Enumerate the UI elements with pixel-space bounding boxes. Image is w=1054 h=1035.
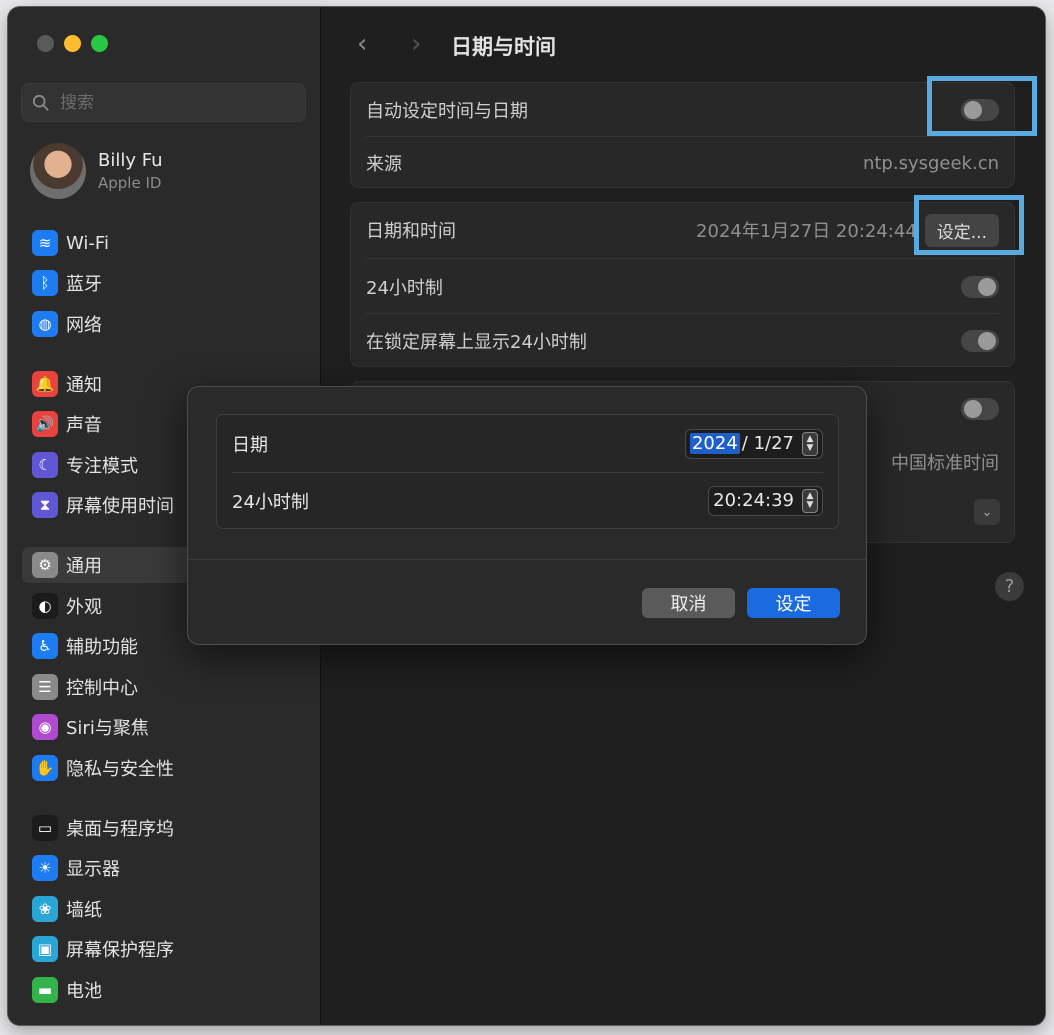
sidebar-item-label: 墙纸 [66,900,102,921]
sidebar-item-12[interactable]: ✋ 隐私与安全性 [22,750,307,786]
sidebar-item-label: 专注模式 [66,456,138,477]
time-label: 24小时制 [232,491,309,513]
date-label: 日期 [232,434,268,456]
date-stepper[interactable]: ▲ ▼ [802,431,818,456]
sidebar-item-14[interactable]: ☀ 显示器 [22,850,307,886]
page-title: 日期与时间 [451,35,556,59]
datetime-value: 2024年1月27日 20:24:44 [696,221,917,242]
back-button[interactable]: ‹ [357,29,367,59]
appearance-icon: ◐ [32,593,58,619]
dialog-fields: 日期 2024 / 1/27 ▲ ▼ 24小时制 20:24:39 ▲ ▼ [216,414,839,529]
sidebar-item-15[interactable]: ❀ 墙纸 [22,891,307,927]
date-year-segment[interactable]: 2024 [689,433,740,454]
gear-icon: ⚙ [32,552,58,578]
lockscreen-h24-row: 在锁定屏幕上显示24小时制 [351,314,1014,368]
h24-row: 24小时制 [351,260,1014,314]
sidebar-item-label: 辅助功能 [66,637,138,658]
sidebar-item-label: 电池 [66,981,102,1002]
sidebar-item-1[interactable]: ᛒ 蓝牙 [22,265,307,301]
sidebar-item-label: 控制中心 [66,678,138,699]
source-value: ntp.sysgeek.cn [862,152,999,174]
time-field[interactable]: 20:24:39 ▲ ▼ [708,485,823,516]
cancel-button[interactable]: 取消 [642,588,735,618]
auto-time-group: 自动设定时间与日期 来源 ntp.sysgeek.cn [350,82,1015,188]
auto-time-row: 自动设定时间与日期 [351,83,1014,137]
sidebar-item-label: 通用 [66,556,102,577]
globe-icon: ◍ [32,311,58,337]
chevron-down-icon[interactable]: ▼ [807,443,814,453]
switches-icon: ☰ [32,674,58,700]
search-input[interactable] [58,91,282,114]
apple-id-profile[interactable]: Billy Fu Apple ID [30,143,163,199]
time-row: 24小时制 20:24:39 ▲ ▼ [217,472,838,529]
chevron-down-icon[interactable]: ⌄ [974,499,1000,525]
auto-time-label: 自动设定时间与日期 [366,101,528,122]
datetime-label: 日期和时间 [366,221,456,242]
set-button[interactable]: 设定 [747,588,840,618]
sidebar-item-label: Wi-Fi [66,232,109,254]
flower-icon: ❀ [32,896,58,922]
set-datetime-dialog: 日期 2024 / 1/27 ▲ ▼ 24小时制 20:24:39 ▲ ▼ 取消… [187,386,867,645]
zoom-button[interactable] [91,35,108,52]
sidebar-item-label: 蓝牙 [66,274,102,295]
sidebar-item-label: 外观 [66,597,102,618]
sidebar-item-10[interactable]: ☰ 控制中心 [22,669,307,705]
help-button[interactable]: ? [995,572,1024,601]
sun-icon: ☀ [32,855,58,881]
lockscreen-h24-label: 在锁定屏幕上显示24小时制 [366,332,587,353]
sidebar-item-label: Siri与聚焦 [66,718,149,739]
sidebar-item-16[interactable]: ▣ 屏幕保护程序 [22,931,307,967]
sidebar-item-label: 显示器 [66,859,120,880]
wifi-icon: ≋ [32,230,58,256]
sidebar-item-label: 隐私与安全性 [66,759,174,780]
bluetooth-icon: ᛒ [32,270,58,296]
h24-toggle[interactable] [961,276,999,298]
source-row: 来源 ntp.sysgeek.cn [351,136,1014,190]
chevron-down-icon[interactable]: ▼ [807,500,814,510]
sidebar-item-11[interactable]: ◉ Siri与聚焦 [22,709,307,745]
screensaver-icon: ▣ [32,936,58,962]
highlight-set-button [914,195,1024,255]
sidebar-item-label: 桌面与程序坞 [66,819,174,840]
speaker-icon: 🔊 [32,411,58,437]
close-button[interactable] [37,35,54,52]
date-row: 日期 2024 / 1/27 ▲ ▼ [217,415,838,472]
profile-name: Billy Fu [98,150,163,171]
window-controls [37,35,108,52]
bell-icon: 🔔 [32,371,58,397]
sidebar-item-label: 声音 [66,415,102,436]
sidebar-item-13[interactable]: ▭ 桌面与程序坞 [22,810,307,846]
sidebar-item-label: 通知 [66,375,102,396]
sidebar-item-label: 网络 [66,315,102,336]
sidebar-item-label: 屏幕保护程序 [66,940,174,961]
moon-icon: ☾ [32,452,58,478]
auto-timezone-toggle[interactable] [961,398,999,420]
timezone-value: 中国标准时间 [891,453,999,474]
toolbar: ‹ › 日期与时间 [321,7,1045,77]
highlight-auto-toggle [927,76,1037,136]
sidebar-item-label: 屏幕使用时间 [66,496,174,517]
minimize-button[interactable] [64,35,81,52]
date-rest-segment[interactable]: / 1/27 [742,433,794,454]
accessibility-icon: ♿ [32,633,58,659]
source-label: 来源 [366,154,402,175]
lockscreen-h24-toggle[interactable] [961,330,999,352]
siri-icon: ◉ [32,714,58,740]
dock-icon: ▭ [32,815,58,841]
hourglass-icon: ⧗ [32,492,58,518]
battery-icon: ▬ [32,977,58,1003]
search-field[interactable] [21,83,306,122]
time-stepper[interactable]: ▲ ▼ [802,488,818,513]
search-icon [32,94,49,111]
avatar [30,143,86,199]
hand-icon: ✋ [32,755,58,781]
sidebar-item-2[interactable]: ◍ 网络 [22,306,307,342]
forward-button[interactable]: › [411,29,421,59]
date-field[interactable]: 2024 / 1/27 ▲ ▼ [684,428,823,459]
h24-label: 24小时制 [366,278,443,299]
profile-subtitle: Apple ID [98,174,162,192]
time-value[interactable]: 20:24:39 [713,490,794,511]
sidebar-item-17[interactable]: ▬ 电池 [22,972,307,1008]
sidebar-item-0[interactable]: ≋ Wi-Fi [22,225,307,261]
